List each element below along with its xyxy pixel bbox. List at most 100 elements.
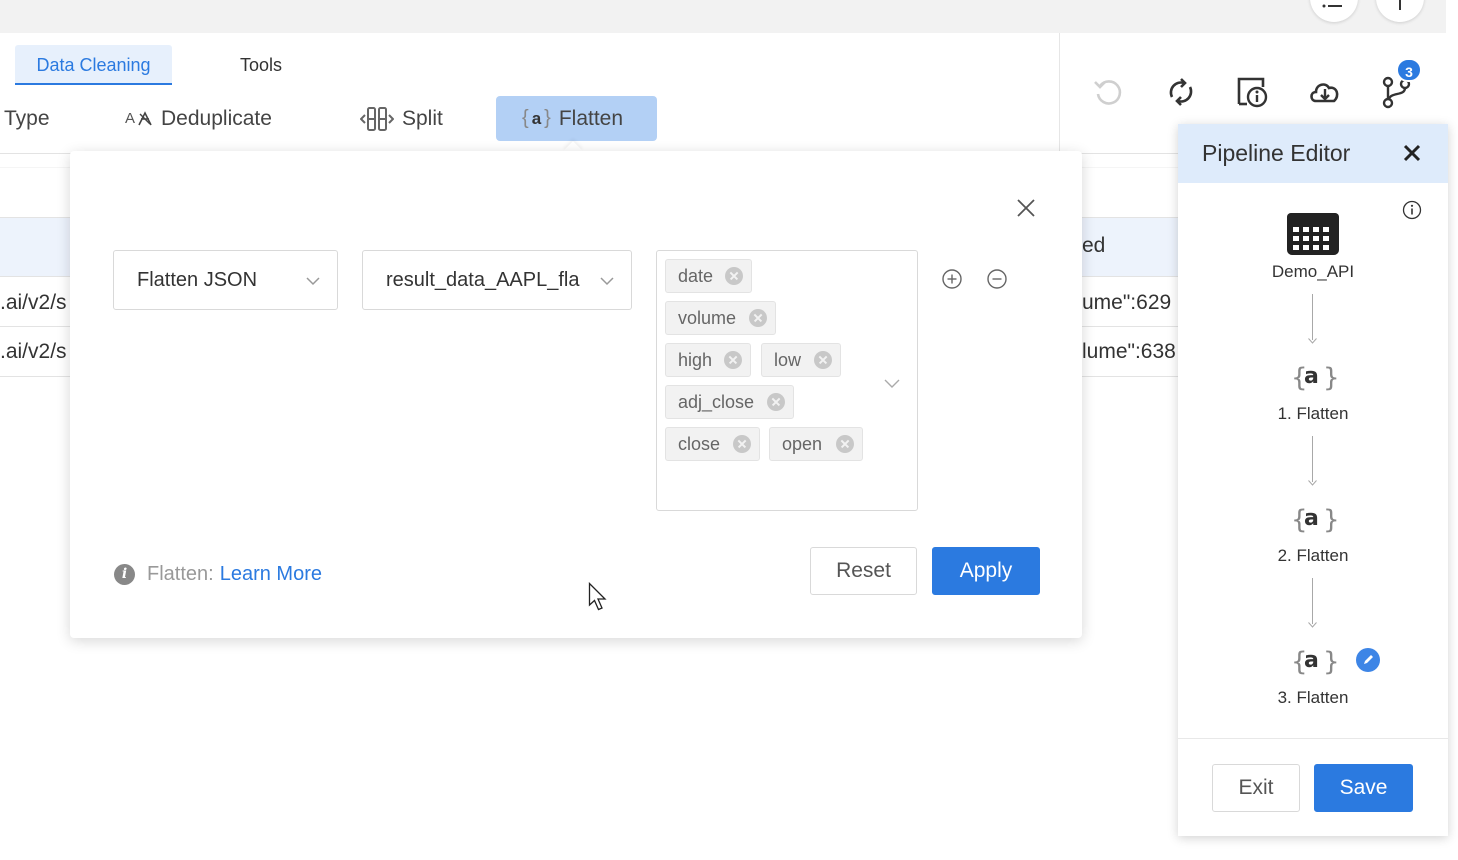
remove-tag-icon[interactable] (724, 351, 742, 369)
grid-cell[interactable]: .ai/v2/s (0, 340, 70, 364)
field-tag-label: low (774, 350, 802, 370)
add-circle-icon[interactable] (941, 268, 963, 290)
chevron-down-icon (306, 277, 320, 286)
mouse-cursor-icon (588, 582, 607, 611)
close-icon[interactable] (1400, 141, 1424, 165)
top-bar (0, 0, 1446, 33)
field-tag-label: adj_close (678, 392, 755, 412)
field-tag: high (665, 343, 751, 377)
field-tag: adj_close (665, 385, 794, 419)
remove-tag-icon[interactable] (767, 393, 785, 411)
pencil-icon (1364, 655, 1373, 664)
report-info-icon[interactable] (1235, 74, 1271, 110)
pipeline-node-source[interactable]: Demo_API (1178, 212, 1448, 282)
split-label: Split (402, 106, 443, 130)
flatten-icon: { a } (1291, 647, 1339, 677)
pipeline-node-step-1[interactable]: { a } 1. Flatten (1178, 356, 1448, 424)
field-tag-label: volume (678, 308, 737, 328)
cloud-download-icon[interactable] (1307, 74, 1343, 110)
apply-button[interactable]: Apply (932, 547, 1040, 595)
column-select-value: result_data_AAPL_fla (386, 269, 580, 291)
remove-tag-icon[interactable] (733, 435, 751, 453)
list-icon (1322, 4, 1342, 8)
arrow-down-icon (1308, 480, 1317, 486)
connector-line (1312, 436, 1313, 482)
pipeline-node-label: Demo_API (1271, 262, 1355, 281)
save-button[interactable]: Save (1314, 764, 1413, 812)
field-tag: low (761, 343, 841, 377)
grid-header-cell: ed (1082, 234, 1106, 257)
pipeline-node-label: 3. Flatten (1277, 688, 1349, 707)
svg-text:}: } (1323, 647, 1339, 677)
plus-icon (1399, 0, 1401, 10)
field-tag-label: open (782, 434, 823, 454)
field-tag-label: high (678, 350, 713, 370)
learn-more-link[interactable]: Learn More (220, 563, 322, 586)
refresh-icon[interactable] (1163, 74, 1199, 110)
type-tool-label: Type (4, 106, 50, 130)
split-icon (360, 106, 394, 132)
column-select[interactable]: result_data_AAPL_fla (362, 250, 632, 310)
table-grid-icon (1287, 213, 1339, 255)
pipeline-count-badge: 3 (1396, 58, 1422, 82)
flatten-tool[interactable]: {a} Flatten (496, 96, 657, 141)
remove-circle-icon[interactable] (986, 268, 1008, 290)
operation-select-value: Flatten JSON (137, 269, 258, 291)
connector-line (1312, 294, 1313, 340)
reset-button[interactable]: Reset (810, 547, 917, 595)
remove-tag-icon[interactable] (749, 309, 767, 327)
flatten-label: Flatten (558, 106, 624, 130)
panel-header: Pipeline Editor (1178, 124, 1448, 183)
exit-button[interactable]: Exit (1212, 764, 1300, 812)
flatten-icon: {a} (522, 107, 551, 129)
pipeline-node-label: 1. Flatten (1277, 404, 1349, 423)
help-label: Flatten: (147, 563, 214, 585)
svg-text:a: a (1304, 364, 1319, 389)
panel-title: Pipeline Editor (1202, 140, 1351, 166)
flatten-icon: { a } (1291, 505, 1339, 535)
field-tag: close (665, 427, 760, 461)
list-menu-button[interactable] (1310, 0, 1358, 22)
tab-data-cleaning[interactable]: Data Cleaning (15, 45, 172, 85)
tab-tools[interactable]: Tools (215, 45, 307, 85)
grid-cell[interactable]: .ai/v2/s (0, 291, 70, 315)
arrow-down-icon (1308, 338, 1317, 344)
close-icon[interactable] (1015, 197, 1037, 219)
field-tag: open (769, 427, 863, 461)
svg-text:a: a (1304, 648, 1319, 673)
info-icon: i (114, 564, 135, 585)
arrow-down-icon (1308, 622, 1317, 628)
field-tag-label: close (678, 434, 721, 454)
connector-line (1312, 578, 1313, 624)
deduplicate-label: Deduplicate (161, 106, 272, 130)
svg-text:a: a (1304, 506, 1319, 531)
field-tag: date (665, 259, 752, 293)
pipeline-node-label: 2. Flatten (1277, 546, 1349, 565)
type-tool[interactable]: Type (4, 96, 50, 141)
svg-text:}: } (1323, 505, 1339, 535)
fields-multiselect[interactable]: date volume high low adj_close close ope… (656, 250, 918, 511)
grid-cell[interactable]: ume":629 (1082, 291, 1178, 315)
field-tag: volume (665, 301, 776, 335)
flatten-help: i Flatten: Learn More (114, 563, 322, 586)
remove-tag-icon[interactable] (814, 351, 832, 369)
deduplicate-icon: A (125, 110, 153, 127)
deduplicate-tool[interactable]: A Deduplicate (125, 96, 272, 141)
pipeline-editor-panel: Pipeline Editor Demo_API { a } 1. Flatte… (1178, 124, 1448, 836)
remove-tag-icon[interactable] (725, 267, 743, 285)
add-button[interactable] (1376, 0, 1424, 22)
split-tool[interactable]: Split (360, 96, 443, 141)
toolbar-divider (1059, 33, 1060, 153)
chevron-down-icon (884, 379, 900, 388)
pipeline-node-step-3[interactable]: { a } 3. Flatten (1178, 640, 1448, 708)
field-tag-label: date (678, 266, 714, 286)
remove-tag-icon[interactable] (836, 435, 854, 453)
operation-select[interactable]: Flatten JSON (113, 250, 338, 310)
flatten-popover: Flatten JSON result_data_AAPL_fla date v… (70, 151, 1082, 638)
edit-step-button[interactable] (1356, 648, 1380, 672)
svg-text:}: } (1323, 363, 1339, 393)
undo-icon[interactable] (1091, 74, 1127, 110)
pipeline-node-step-2[interactable]: { a } 2. Flatten (1178, 498, 1448, 566)
grid-cell[interactable]: lume":638 (1082, 340, 1178, 364)
flatten-icon: { a } (1291, 363, 1339, 393)
